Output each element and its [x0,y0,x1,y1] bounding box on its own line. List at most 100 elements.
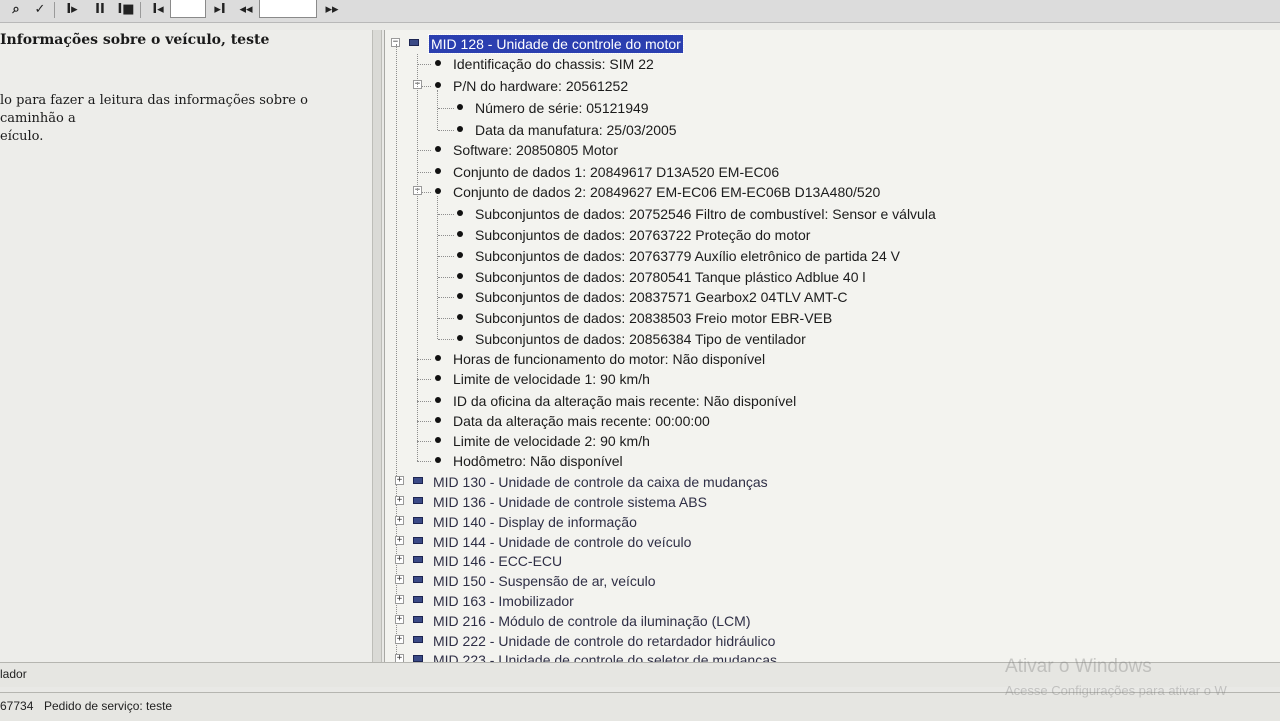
forward-icon[interactable]: ▸▸ [322,1,342,19]
bullet-icon [435,60,441,66]
tree-node-module[interactable]: + MID 222 - Unidade de controle do retard… [385,631,1275,651]
tree-node-detail[interactable]: Software: 20850805 Motor [385,140,1275,160]
expand-icon[interactable]: + [395,615,404,624]
tree-node-subdetail[interactable]: Data da manufatura: 25/03/2005 [385,120,1275,140]
tree-node-module[interactable]: + MID 136 - Unidade de controle sistema A… [385,492,1275,512]
tree-node-label: Data da manufatura: 25/03/2005 [475,122,677,138]
tree-node-label: Subconjuntos de dados: 20838503 Freio mo… [475,310,833,326]
tree-node-module[interactable]: + MID 146 - ECC-ECU [385,551,1275,571]
tree-node-subdetail[interactable]: Subconjuntos de dados: 20763722 Proteção… [385,225,1275,245]
tree-node-detail[interactable]: ID da oficina da alteração mais recente:… [385,391,1275,411]
tree-node-subdetail[interactable]: Subconjuntos de dados: 20838503 Freio mo… [385,308,1275,328]
tree-node-label: Número de série: 05121949 [475,100,649,116]
ecu-module-icon [413,576,423,583]
tree-node-label: MID 136 - Unidade de controle sistema AB… [433,494,707,510]
check-icon[interactable]: ✓ [30,1,50,19]
bullet-icon [457,104,463,110]
tree-node-label: P/N do hardware: 20561252 [453,78,629,94]
tree-node-label: Subconjuntos de dados: 20856384 Tipo de … [475,331,806,347]
first-icon[interactable]: I◂ [148,1,168,19]
toolbar-separator [140,2,141,18]
tree-node-detail[interactable]: Limite de velocidade 2: 90 km/h [385,431,1275,451]
module-tree[interactable]: − MID 128 - Unidade de controle do motor I… [385,30,1280,666]
activation-watermark-title: Ativar o Windows [1005,656,1152,677]
tree-node-module[interactable]: + MID 216 - Módulo de controle da ilumina… [385,611,1275,631]
ecu-module-icon [413,477,423,484]
tree-node-label: MID 163 - Imobilizador [433,593,574,609]
expand-icon[interactable]: + [395,555,404,564]
tree-node-detail[interactable]: Data da alteração mais recente: 00:00:00 [385,411,1275,431]
tree-node-subdetail[interactable]: Número de série: 05121949 [385,98,1275,118]
tree-node-label: MID 144 - Unidade de controle do veículo [433,534,692,550]
tree-node-module[interactable]: + MID 163 - Imobilizador [385,591,1275,611]
panel-description: lo para fazer a leitura das informações … [0,93,308,144]
tree-node-detail[interactable]: − Conjunto de dados 2: 20849627 EM-EC06 E… [385,182,1275,202]
expand-icon[interactable]: + [395,476,404,485]
tree-node-subdetail[interactable]: Subconjuntos de dados: 20837571 Gearbox2… [385,287,1275,307]
bullet-icon [457,335,463,341]
bullet-icon [457,293,463,299]
bullet-icon [457,231,463,237]
tree-node-label: MID 140 - Display de informação [433,514,637,530]
tree-node-subdetail[interactable]: Subconjuntos de dados: 20763779 Auxílio … [385,246,1275,266]
ecu-module-icon [413,616,423,623]
bullet-icon [435,417,441,423]
tree-node-label: MID 130 - Unidade de controle da caixa d… [433,474,768,490]
tree-node-subdetail[interactable]: Subconjuntos de dados: 20752546 Filtro d… [385,204,1275,224]
bullet-icon [435,82,441,88]
tree-node-module[interactable]: + MID 150 - Suspensão de ar, veículo [385,571,1275,591]
ecu-module-icon [413,556,423,563]
ecu-module-icon [413,636,423,643]
tree-node-detail[interactable]: − P/N do hardware: 20561252 [385,76,1275,96]
pause-icon[interactable]: II [90,1,110,19]
tree-node-subdetail[interactable]: Subconjuntos de dados: 20780541 Tanque p… [385,267,1275,287]
tree-node-label: Limite de velocidade 1: 90 km/h [453,371,650,387]
tree-node-module[interactable]: + MID 140 - Display de informação [385,512,1275,532]
tree-node-label: MID 216 - Módulo de controle da iluminaç… [433,613,751,629]
tree-node-label: Data da alteração mais recente: 00:00:00 [453,413,710,429]
tree-node-detail[interactable]: Conjunto de dados 1: 20849617 D13A520 EM… [385,162,1275,182]
ecu-module-icon [409,39,419,46]
activation-watermark-subtitle: Acesse Configurações para ativar o W [1005,683,1227,698]
position-input[interactable] [259,0,317,18]
status-work-order: Pedido de serviço: teste [44,699,173,713]
bullet-icon [435,457,441,463]
step-icon[interactable]: I▸ [62,1,82,19]
status-text: lador [0,667,27,681]
tree-node-label: MID 222 - Unidade de controle do retarda… [433,633,776,649]
expand-icon[interactable]: + [395,635,404,644]
bullet-icon [457,314,463,320]
ecu-module-icon [413,537,423,544]
expand-icon[interactable]: + [395,575,404,584]
bullet-icon [435,146,441,152]
tree-node-mid-128[interactable]: − MID 128 - Unidade de controle do motor [385,34,1275,54]
tree-node-module[interactable]: + MID 130 - Unidade de controle da caixa … [385,472,1275,492]
tree-connector [417,54,418,461]
tree-node-detail[interactable]: Identificação do chassis: SIM 22 [385,54,1275,74]
expand-icon[interactable]: + [395,536,404,545]
tree-node-detail[interactable]: Limite de velocidade 1: 90 km/h [385,369,1275,389]
panel-splitter[interactable] [372,30,382,666]
rewind-icon[interactable]: ◂◂ [236,1,256,19]
expand-icon[interactable]: + [395,516,404,525]
expand-icon[interactable]: + [395,496,404,505]
expand-icon[interactable]: + [395,595,404,604]
tree-node-detail[interactable]: Hodômetro: Não disponível [385,451,1275,471]
step-input[interactable] [170,0,206,18]
tree-node-module[interactable]: + MID 144 - Unidade de controle do veícul… [385,532,1275,552]
tree-node-label: Subconjuntos de dados: 20780541 Tanque p… [475,269,866,285]
ecu-module-icon [413,655,423,662]
bullet-icon [457,210,463,216]
bullet-icon [435,168,441,174]
ecu-module-icon [413,596,423,603]
tree-node-detail[interactable]: Horas de funcionamento do motor: Não dis… [385,349,1275,369]
ecu-module-icon [413,517,423,524]
tree-node-label: Subconjuntos de dados: 20752546 Filtro d… [475,206,936,222]
stop-icon[interactable]: I■ [116,1,136,19]
tree-node-label: MID 128 - Unidade de controle do motor [428,34,684,54]
tree-node-label: Hodômetro: Não disponível [453,453,623,469]
last-icon[interactable]: ▸I [210,1,230,19]
tree-node-label: Software: 20850805 Motor [453,142,618,158]
tree-node-subdetail[interactable]: Subconjuntos de dados: 20856384 Tipo de … [385,329,1275,349]
search-icon[interactable]: ⌕ [6,1,26,19]
